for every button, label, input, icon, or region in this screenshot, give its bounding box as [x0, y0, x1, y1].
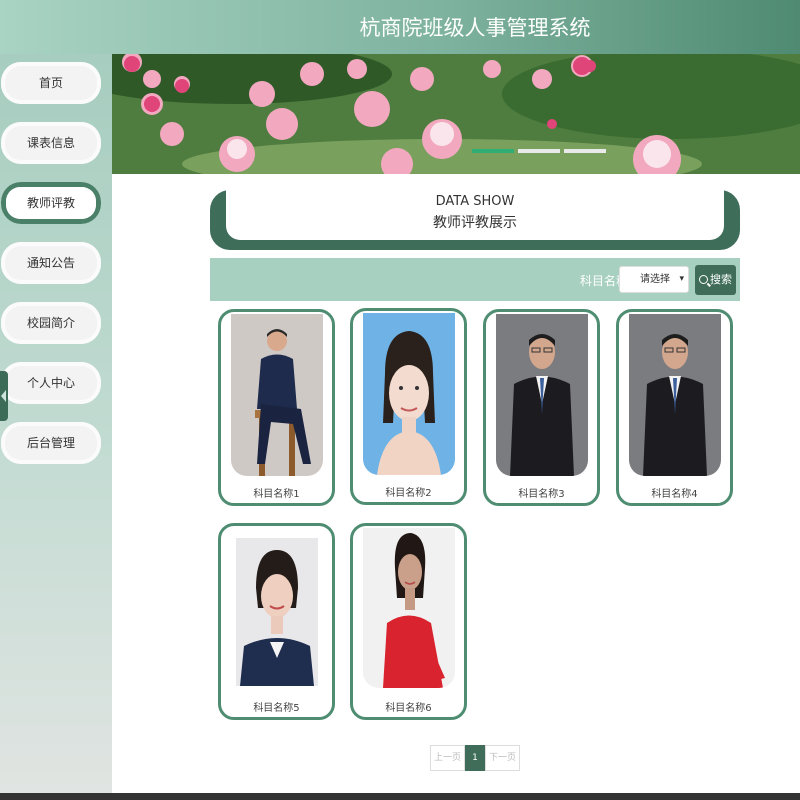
teacher-card-5[interactable]: 科目名称5	[218, 523, 335, 720]
chevron-down-icon: ▾	[679, 274, 684, 284]
page-number-1[interactable]: 1	[465, 745, 485, 771]
pagination: 上一页 1 下一页	[430, 745, 520, 771]
teacher-photo-3	[496, 314, 588, 476]
next-page-button[interactable]: 下一页	[485, 745, 520, 771]
card-caption: 科目名称1	[253, 489, 300, 500]
header: 杭商院班级人事管理系统	[0, 0, 800, 54]
teacher-card-6[interactable]: 科目名称6	[350, 523, 467, 720]
carousel-dot-3[interactable]	[564, 149, 606, 153]
sidebar-item-home[interactable]: 首页	[1, 62, 101, 104]
prev-page-button[interactable]: 上一页	[430, 745, 465, 771]
sidebar-item-admin[interactable]: 后台管理	[1, 422, 101, 464]
sidebar-item-teacher-evaluation[interactable]: 教师评教	[1, 182, 101, 224]
teacher-card-1[interactable]: 科目名称1	[218, 309, 335, 506]
section-title-cn: 教师评教展示	[433, 215, 517, 231]
teacher-photo-1	[231, 314, 323, 476]
search-icon	[699, 275, 708, 284]
teacher-photo-4	[629, 314, 721, 476]
app-title: 杭商院班级人事管理系统	[359, 16, 591, 40]
teacher-card-2[interactable]: 科目名称2	[350, 308, 467, 505]
sidebar-collapse-handle[interactable]	[0, 371, 8, 421]
carousel-indicators	[472, 149, 606, 153]
teacher-card-3[interactable]: 科目名称3	[483, 309, 600, 506]
card-caption: 科目名称5	[253, 703, 300, 714]
card-caption: 科目名称2	[385, 488, 432, 499]
teacher-photo-2	[363, 313, 455, 475]
carousel-dot-2[interactable]	[518, 149, 560, 153]
bottom-border	[0, 793, 800, 800]
sidebar: 首页 课表信息 教师评教 通知公告 校园简介 个人中心 后台管理	[0, 54, 112, 800]
search-button[interactable]: 搜索	[695, 265, 736, 295]
banner-flowers-image	[112, 54, 800, 174]
carousel-dot-1[interactable]	[472, 149, 514, 153]
subject-name-select[interactable]: 请选择 ▾	[619, 266, 689, 293]
card-caption: 科目名称4	[651, 489, 698, 500]
teacher-card-4[interactable]: 科目名称4	[616, 309, 733, 506]
sidebar-item-schedule[interactable]: 课表信息	[1, 122, 101, 164]
sidebar-item-campus-intro[interactable]: 校园简介	[1, 302, 101, 344]
sidebar-item-profile[interactable]: 个人中心	[1, 362, 101, 404]
section-header-inner: DATA SHOW 教师评教展示	[226, 190, 724, 240]
card-caption: 科目名称6	[385, 703, 432, 714]
section-header: DATA SHOW 教师评教展示	[210, 190, 740, 250]
teacher-photo-5	[236, 538, 318, 686]
banner-carousel	[112, 54, 800, 174]
sidebar-item-notice[interactable]: 通知公告	[1, 242, 101, 284]
section-title-en: DATA SHOW	[435, 194, 515, 209]
teacher-photo-6	[363, 528, 455, 688]
card-caption: 科目名称3	[518, 489, 565, 500]
search-bar: 科目名称 请选择 ▾ 搜索	[210, 258, 740, 301]
